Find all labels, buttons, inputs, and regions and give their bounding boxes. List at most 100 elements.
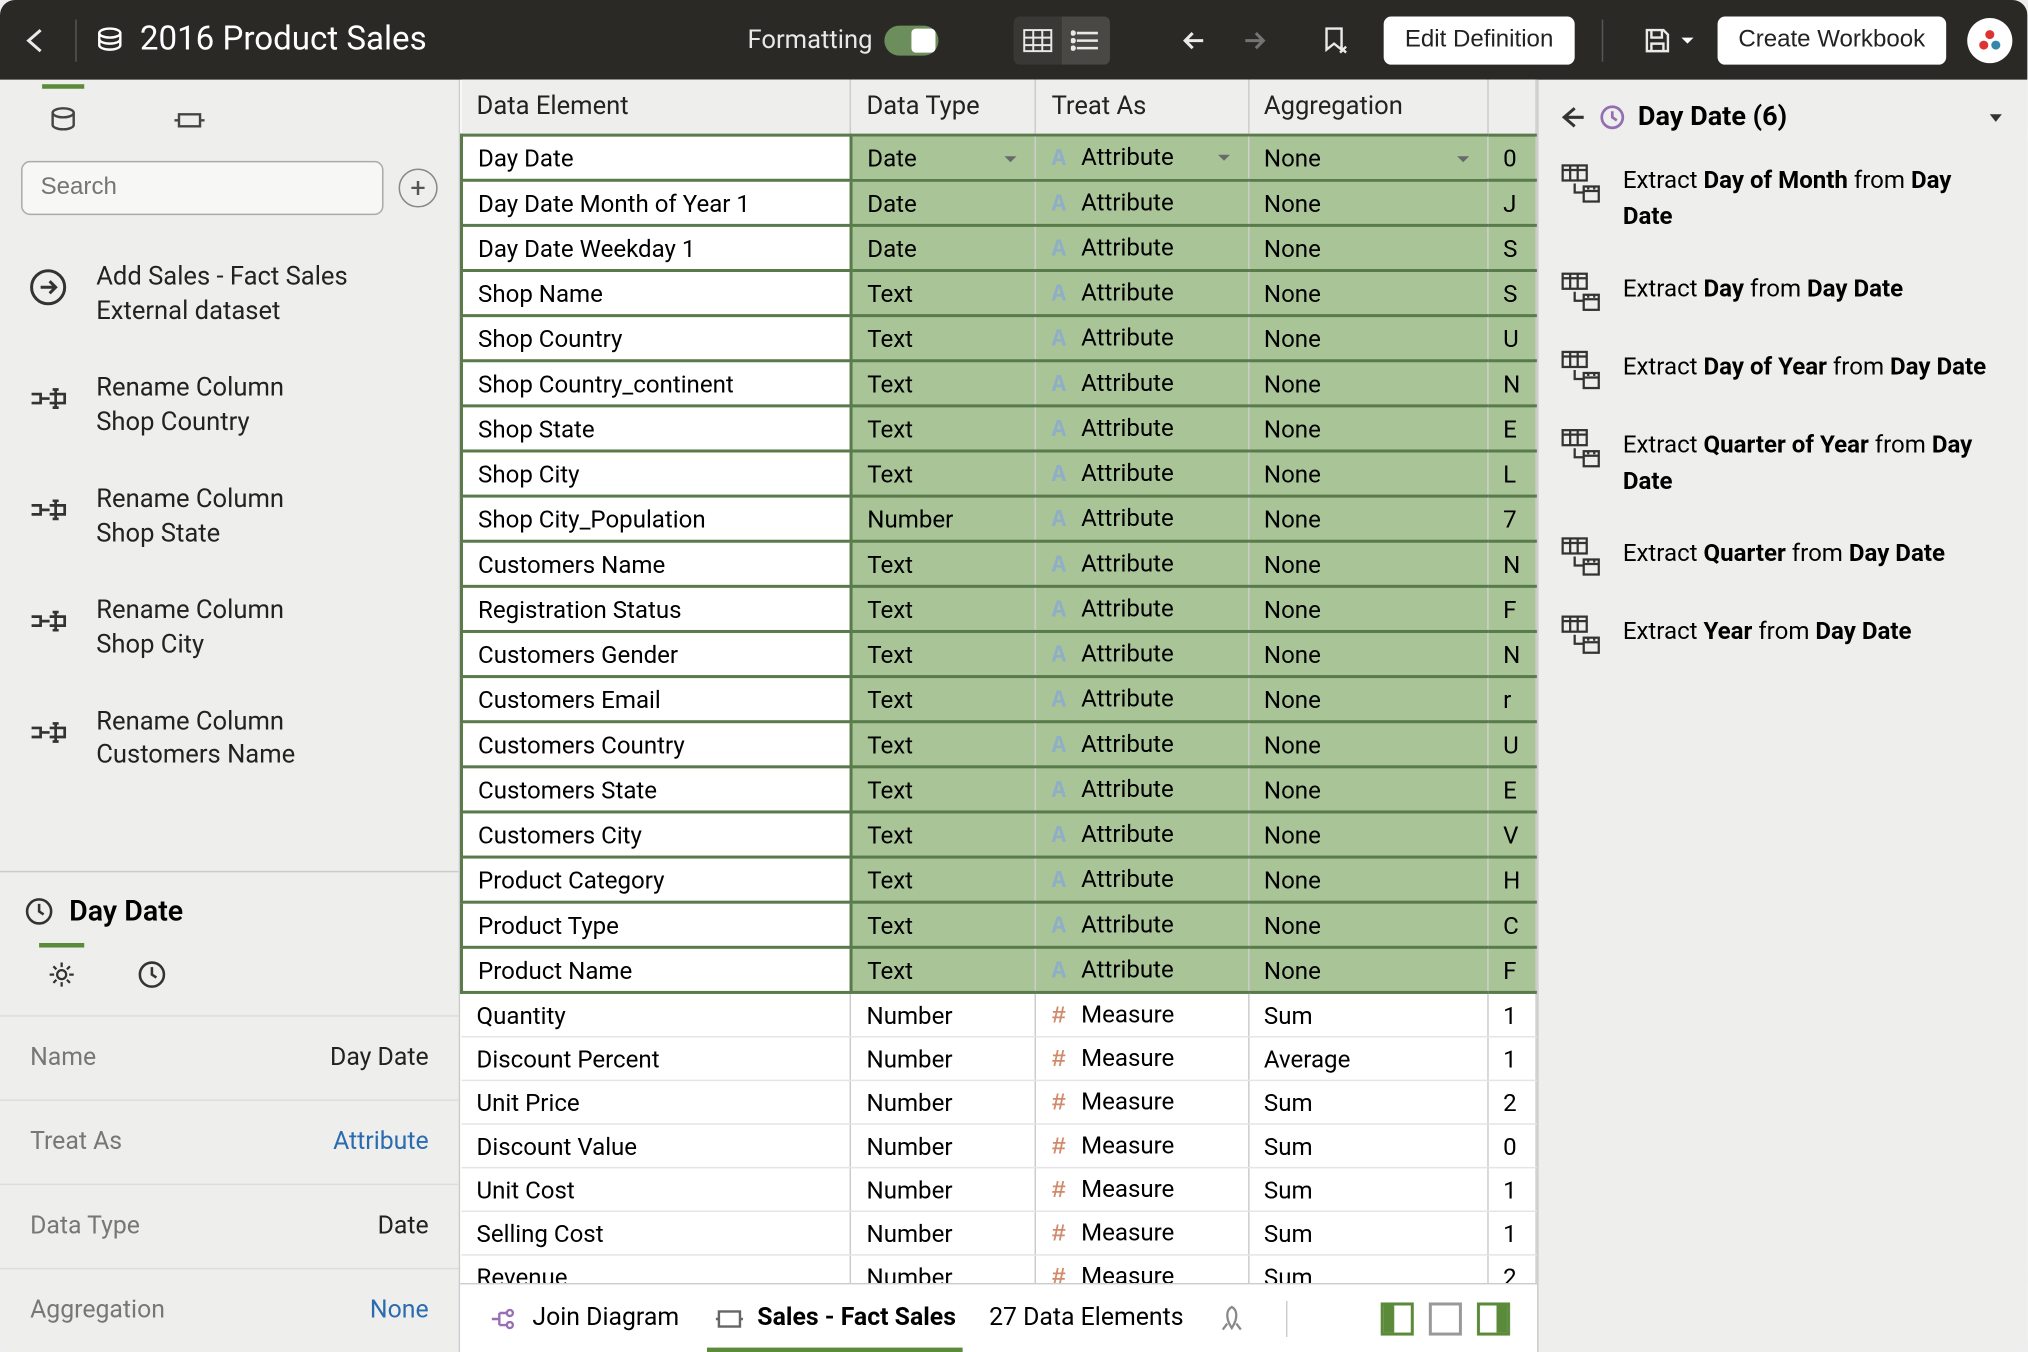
list-view-button[interactable] bbox=[1062, 16, 1110, 64]
table-row[interactable]: Day Date Weekday 1DateAAttributeNoneS bbox=[462, 226, 1537, 271]
cell-treat-as[interactable]: AAttribute bbox=[1036, 677, 1248, 722]
table-row[interactable]: Customers GenderTextAAttributeNoneN bbox=[462, 632, 1537, 677]
cell-treat-as[interactable]: #Measure bbox=[1036, 1211, 1248, 1255]
table-row[interactable]: Unit CostNumber#MeasureSum1 bbox=[462, 1168, 1537, 1212]
cell-aggregation[interactable]: None bbox=[1248, 361, 1487, 406]
cell-treat-as[interactable]: AAttribute bbox=[1036, 767, 1248, 812]
cell-element[interactable]: Day Date Weekday 1 bbox=[462, 226, 851, 271]
cell-data-type[interactable]: Text bbox=[851, 361, 1036, 406]
cell-element[interactable]: Quantity bbox=[462, 993, 851, 1037]
cell-data-type[interactable]: Text bbox=[851, 767, 1036, 812]
cell-element[interactable]: Shop State bbox=[462, 406, 851, 451]
recommendation-item[interactable]: Extract Year from Day Date bbox=[1560, 614, 2007, 656]
cell-data-type[interactable]: Text bbox=[851, 722, 1036, 767]
cell-data-type[interactable]: Text bbox=[851, 271, 1036, 316]
detail-tab-settings[interactable] bbox=[36, 949, 87, 1000]
cell-data-type[interactable]: Text bbox=[851, 632, 1036, 677]
cell-element[interactable]: Unit Price bbox=[462, 1081, 851, 1125]
cell-aggregation[interactable]: Sum bbox=[1248, 1081, 1487, 1125]
cell-element[interactable]: Product Name bbox=[462, 948, 851, 993]
preparation-step[interactable]: Rename ColumnShop City bbox=[6, 572, 447, 683]
right-collapse-icon[interactable] bbox=[1985, 106, 2006, 127]
table-row[interactable]: Product NameTextAAttributeNoneF bbox=[462, 948, 1537, 993]
cell-aggregation[interactable]: None bbox=[1248, 767, 1487, 812]
cell-data-type[interactable]: Text bbox=[851, 677, 1036, 722]
cell-treat-as[interactable]: AAttribute bbox=[1036, 948, 1248, 993]
redo-button[interactable] bbox=[1224, 13, 1278, 67]
prop-row-aggregation[interactable]: Aggregation None bbox=[0, 1268, 459, 1352]
cell-aggregation[interactable]: Sum bbox=[1248, 1255, 1487, 1283]
cell-data-type[interactable]: Text bbox=[851, 857, 1036, 902]
cell-data-type[interactable]: Date bbox=[851, 135, 1036, 180]
cell-aggregation[interactable]: Sum bbox=[1248, 1211, 1487, 1255]
table-row[interactable]: RevenueNumber#MeasureSum2 bbox=[462, 1255, 1537, 1283]
table-row[interactable]: Customers EmailTextAAttributeNoner bbox=[462, 677, 1537, 722]
cell-treat-as[interactable]: #Measure bbox=[1036, 1168, 1248, 1212]
cell-treat-as[interactable]: #Measure bbox=[1036, 1037, 1248, 1081]
formatting-toggle[interactable] bbox=[884, 25, 938, 55]
search-input[interactable] bbox=[21, 161, 383, 215]
cell-treat-as[interactable]: AAttribute bbox=[1036, 406, 1248, 451]
cell-data-type[interactable]: Text bbox=[851, 541, 1036, 586]
recommendation-item[interactable]: Extract Day of Month from Day Date bbox=[1560, 162, 2007, 234]
header-aggregation[interactable]: Aggregation bbox=[1248, 80, 1487, 136]
right-back-button[interactable] bbox=[1560, 105, 1587, 129]
header-data-type[interactable]: Data Type bbox=[851, 80, 1036, 136]
cell-aggregation[interactable]: None bbox=[1248, 902, 1487, 947]
cell-element[interactable]: Product Category bbox=[462, 857, 851, 902]
panel-toggle-left[interactable] bbox=[1381, 1302, 1414, 1335]
table-row[interactable]: Customers NameTextAAttributeNoneN bbox=[462, 541, 1537, 586]
back-button[interactable] bbox=[9, 13, 63, 67]
cell-aggregation[interactable]: None bbox=[1248, 722, 1487, 767]
cell-treat-as[interactable]: AAttribute bbox=[1036, 722, 1248, 767]
cell-data-type[interactable]: Number bbox=[851, 1124, 1036, 1168]
cell-element[interactable]: Customers Email bbox=[462, 677, 851, 722]
preparation-step[interactable]: Rename ColumnShop Country bbox=[6, 350, 447, 461]
header-data-element[interactable]: Data Element bbox=[462, 80, 851, 136]
table-row[interactable]: Discount ValueNumber#MeasureSum0 bbox=[462, 1124, 1537, 1168]
cell-treat-as[interactable]: AAttribute bbox=[1036, 812, 1248, 857]
cell-data-type[interactable]: Number bbox=[851, 1037, 1036, 1081]
cell-element[interactable]: Day Date Month of Year 1 bbox=[462, 180, 851, 225]
cell-treat-as[interactable]: AAttribute bbox=[1036, 135, 1248, 180]
cell-aggregation[interactable]: Sum bbox=[1248, 1124, 1487, 1168]
cell-aggregation[interactable]: None bbox=[1248, 677, 1487, 722]
cell-treat-as[interactable]: AAttribute bbox=[1036, 316, 1248, 361]
table-row[interactable]: Discount PercentNumber#MeasureAverage1 bbox=[462, 1037, 1537, 1081]
cell-data-type[interactable]: Number bbox=[851, 1211, 1036, 1255]
preparation-step[interactable]: Rename ColumnShop State bbox=[6, 461, 447, 572]
bookmark-button[interactable] bbox=[1309, 13, 1363, 67]
cell-data-type[interactable]: Number bbox=[851, 1255, 1036, 1283]
cell-aggregation[interactable]: None bbox=[1248, 316, 1487, 361]
recommendation-item[interactable]: Extract Quarter from Day Date bbox=[1560, 535, 2007, 577]
header-treat-as[interactable]: Treat As bbox=[1036, 80, 1248, 136]
undo-button[interactable] bbox=[1170, 13, 1224, 67]
cell-data-type[interactable]: Text bbox=[851, 812, 1036, 857]
cell-element[interactable]: Revenue bbox=[462, 1255, 851, 1283]
table-row[interactable]: Product TypeTextAAttributeNoneC bbox=[462, 902, 1537, 947]
cell-treat-as[interactable]: AAttribute bbox=[1036, 361, 1248, 406]
cell-data-type[interactable]: Number bbox=[851, 1081, 1036, 1125]
cell-treat-as[interactable]: AAttribute bbox=[1036, 857, 1248, 902]
cell-aggregation[interactable]: Average bbox=[1248, 1037, 1487, 1081]
cell-data-type[interactable]: Text bbox=[851, 406, 1036, 451]
table-row[interactable]: Shop StateTextAAttributeNoneE bbox=[462, 406, 1537, 451]
recommendation-item[interactable]: Extract Day from Day Date bbox=[1560, 271, 2007, 313]
table-row[interactable]: Shop NameTextAAttributeNoneS bbox=[462, 271, 1537, 316]
table-row[interactable]: Selling CostNumber#MeasureSum1 bbox=[462, 1211, 1537, 1255]
cell-aggregation[interactable]: None bbox=[1248, 541, 1487, 586]
cell-element[interactable]: Day Date bbox=[462, 135, 851, 180]
cell-element[interactable]: Product Type bbox=[462, 902, 851, 947]
cell-treat-as[interactable]: AAttribute bbox=[1036, 226, 1248, 271]
cell-treat-as[interactable]: AAttribute bbox=[1036, 541, 1248, 586]
table-row[interactable]: Day DateDateAAttributeNone0 bbox=[462, 135, 1537, 180]
cell-element[interactable]: Unit Cost bbox=[462, 1168, 851, 1212]
cell-treat-as[interactable]: AAttribute bbox=[1036, 587, 1248, 632]
cell-data-type[interactable]: Number bbox=[851, 496, 1036, 541]
cell-aggregation[interactable]: None bbox=[1248, 451, 1487, 496]
cell-treat-as[interactable]: AAttribute bbox=[1036, 451, 1248, 496]
cell-data-type[interactable]: Text bbox=[851, 451, 1036, 496]
panel-toggle-bottom[interactable] bbox=[1429, 1302, 1462, 1335]
grid-view-button[interactable] bbox=[1014, 16, 1062, 64]
recommendation-item[interactable]: Extract Quarter of Year from Day Date bbox=[1560, 427, 2007, 499]
